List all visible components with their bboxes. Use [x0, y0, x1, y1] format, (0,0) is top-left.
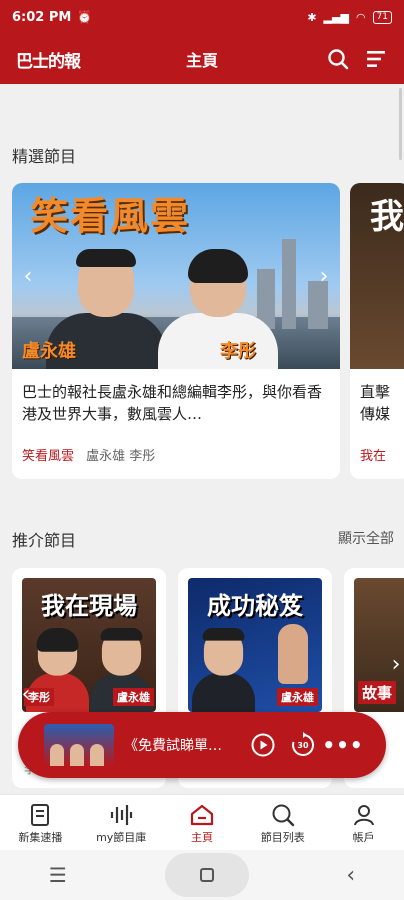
signal-icon: ▂▄▆	[323, 10, 349, 24]
player-thumbnail[interactable]	[44, 724, 114, 766]
recommended-image-title: 我在現場	[41, 592, 137, 620]
nav-label: 帳戶	[352, 831, 375, 844]
status-bar: 6:02 PM ⏰ ✱ ▂▄▆ ◠ 71	[0, 0, 404, 34]
status-icons: ✱ ▂▄▆ ◠ 71	[307, 10, 392, 24]
document-icon	[26, 801, 54, 829]
mini-player[interactable]: 《免費試睇單… 30 •••	[18, 712, 386, 778]
more-options-icon[interactable]: •••	[322, 732, 362, 758]
featured-card-image: 笑看風雲 盧永雄 李彤 ‹ ›	[12, 183, 340, 369]
nav-item-my-library[interactable]: my節目庫	[81, 795, 162, 850]
menu-icon[interactable]	[364, 47, 388, 71]
recommended-image-title: 成功秘笈	[207, 592, 303, 620]
recommended-card-image: 成功秘笈 盧永雄	[188, 578, 322, 712]
nav-label: 新集速播	[18, 831, 63, 844]
host-name-left: 盧永雄	[22, 341, 76, 362]
recommended-section-title: 推介節目	[12, 531, 77, 550]
featured-description: 巴士的報社長盧永雄和總編輯李彤，與你看香港及世界大事，數風雲人…	[22, 383, 323, 423]
skip-forward-icon[interactable]: 30	[290, 732, 316, 758]
nav-item-program-list[interactable]: 節目列表	[242, 795, 323, 850]
nav-item-home[interactable]: 主頁	[162, 795, 243, 850]
chevron-right-icon[interactable]: ›	[382, 642, 404, 686]
chevron-left-icon[interactable]: ‹	[12, 672, 40, 716]
person-icon	[350, 801, 378, 829]
featured-series[interactable]: 我在	[360, 445, 386, 464]
nav-label: 主頁	[190, 831, 213, 844]
chevron-left-icon[interactable]: ‹	[14, 254, 42, 298]
pointing-hand	[278, 624, 308, 684]
featured-card-image: 我	[350, 183, 404, 369]
show-all-link[interactable]: 顯示全部	[338, 528, 394, 548]
featured-image-title: 笑看風雲	[30, 194, 191, 238]
nav-item-account[interactable]: 帳戶	[323, 795, 404, 850]
host-name-right: 盧永雄	[113, 688, 154, 706]
wifi-icon: ◠	[355, 10, 366, 24]
featured-card[interactable]: 笑看風雲 盧永雄 李彤 ‹ › 巴士的報社長盧永雄和總編輯李彤，與你看香港及世界…	[12, 183, 340, 479]
audio-bars-icon	[107, 801, 135, 829]
system-home-button[interactable]	[164, 853, 249, 897]
play-icon[interactable]	[250, 732, 276, 758]
app-logo[interactable]: 巴士的報	[16, 47, 81, 72]
bluetooth-icon: ✱	[307, 10, 317, 24]
recommended-card-image: 我在現場 李彤 盧永雄	[22, 578, 156, 712]
search-list-icon	[269, 801, 297, 829]
nav-label: 節目列表	[260, 831, 305, 844]
bottom-nav: 新集速播 my節目庫 主頁 節目列表 帳戶	[0, 794, 404, 850]
alarm-icon: ⏰	[77, 10, 93, 24]
featured-card[interactable]: 我 直擊 傳媒 我在	[350, 183, 404, 479]
host-name-right: 李彤	[220, 341, 256, 362]
featured-description: 直擊 傳媒	[360, 383, 391, 423]
featured-image-title: 我	[370, 197, 404, 237]
search-icon[interactable]	[326, 47, 350, 71]
skip-seconds: 30	[297, 740, 309, 750]
featured-section-title: 精選節目	[12, 147, 77, 166]
featured-meta: 笑看風雲 盧永雄 李彤	[22, 445, 155, 464]
player-title[interactable]: 《免費試睇單…	[124, 735, 236, 755]
nav-item-new-episodes[interactable]: 新集速播	[0, 795, 81, 850]
featured-hosts: 盧永雄 李彤	[86, 449, 156, 464]
chevron-right-icon[interactable]: ›	[310, 254, 338, 298]
home-icon	[188, 801, 216, 829]
featured-series[interactable]: 笑看風雲	[22, 449, 74, 464]
square-icon	[199, 868, 214, 882]
battery-icon: 71	[372, 10, 392, 24]
host-portrait-right	[158, 249, 278, 369]
recents-icon[interactable]: ☰	[49, 863, 67, 887]
scrollbar[interactable]	[399, 88, 402, 160]
status-time: 6:02 PM	[12, 9, 72, 25]
back-icon[interactable]: ‹	[346, 863, 355, 888]
app-header: 巴士的報 主頁	[0, 34, 404, 84]
host-name: 盧永雄	[277, 688, 318, 706]
system-nav-bar: ☰ ‹	[0, 850, 404, 900]
nav-label: my節目庫	[96, 831, 147, 844]
